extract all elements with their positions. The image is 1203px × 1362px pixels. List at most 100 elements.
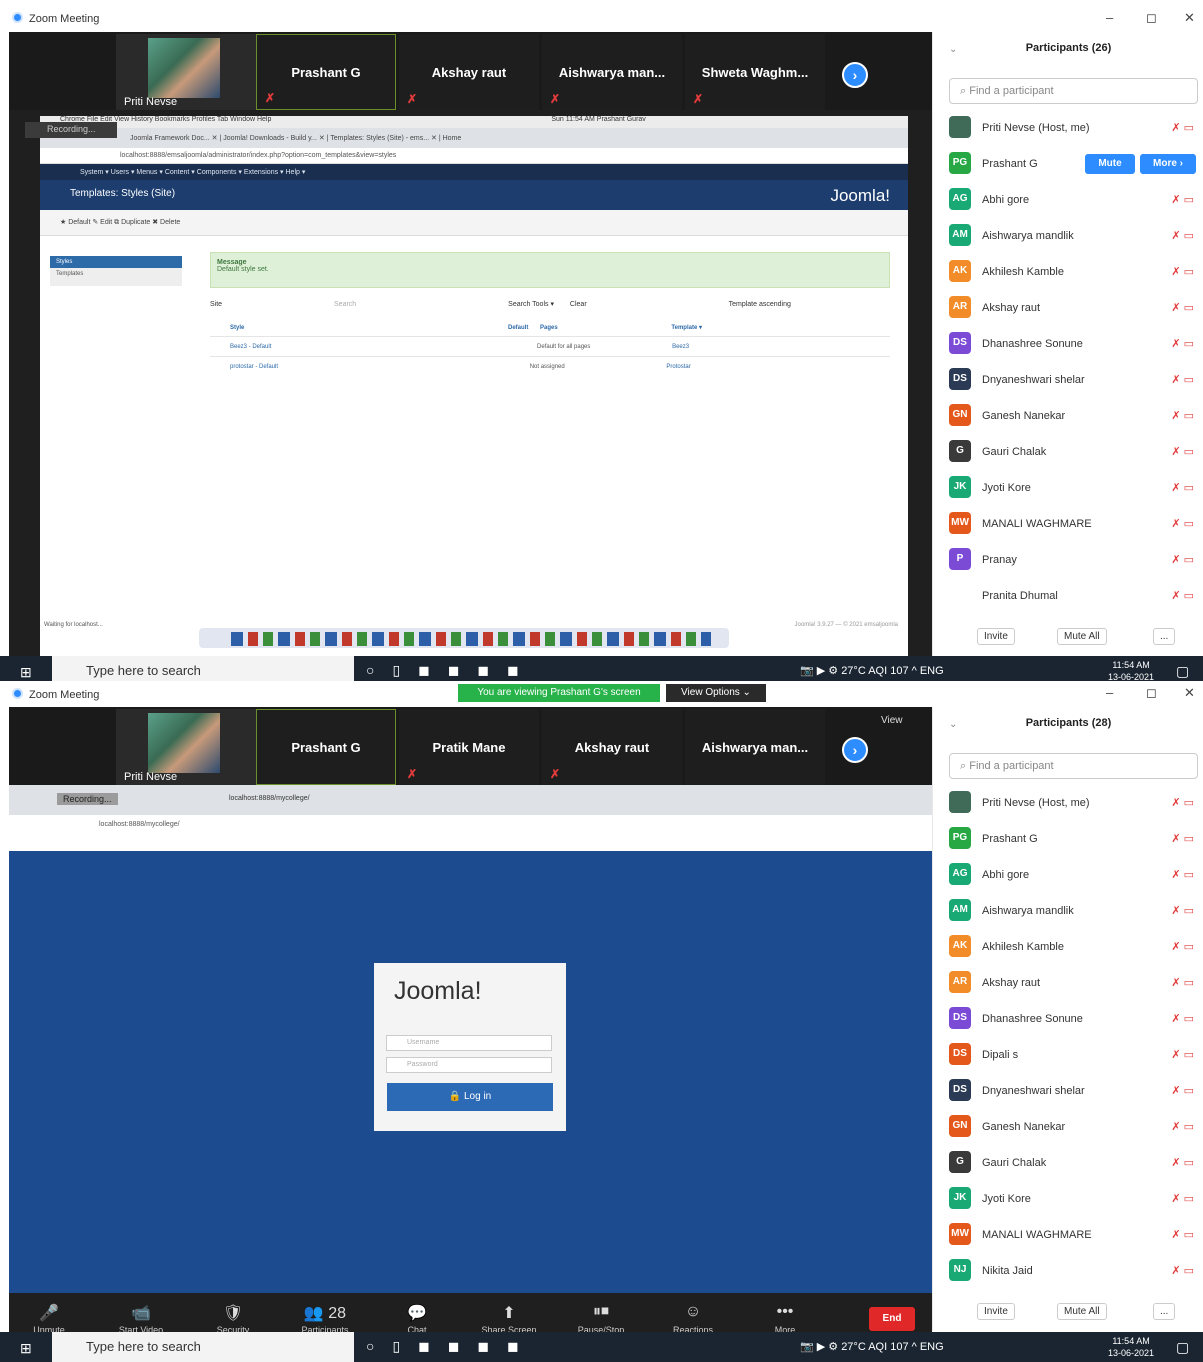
password-input[interactable]: Password — [386, 1057, 552, 1073]
participant-row[interactable]: GN Ganesh Nanekar ✗ ▭ — [933, 1109, 1203, 1145]
zoom-control-button[interactable]: ☺ Reactions — [653, 1303, 733, 1335]
window-title: Zoom Meeting — [29, 13, 100, 25]
find-participant-input[interactable]: ⌕ Find a participant — [949, 753, 1198, 779]
joomla-logo: Joomla! — [830, 186, 890, 205]
taskbar-app-icons[interactable]: ○▯◼◼◼◼ — [366, 1338, 537, 1355]
zoom-control-button[interactable]: ••• More — [745, 1303, 825, 1335]
participant-row[interactable]: Priti Nevse (Host, me) ✗ ▭ — [933, 785, 1203, 821]
restore-button[interactable]: ◻ — [1146, 685, 1157, 701]
login-button[interactable]: 🔒 Log in — [387, 1083, 553, 1111]
row-template: Beez3 — [672, 344, 690, 350]
participant-row[interactable]: JK Jyoti Kore ✗ ▭ — [933, 1181, 1203, 1217]
participant-row[interactable]: G Gauri Chalak ✗ ▭ — [933, 1145, 1203, 1181]
invite-button[interactable]: Invite — [977, 628, 1015, 645]
video-tile[interactable]: Prashant G ✗ — [256, 34, 396, 110]
mute-button[interactable]: Mute — [1085, 154, 1135, 174]
zoom-control-button[interactable]: 📹 Start Video — [101, 1303, 181, 1335]
username-input[interactable]: Username — [386, 1035, 552, 1051]
row-pages: Not assigned — [529, 364, 565, 370]
find-participant-input[interactable]: ⌕ Find a participant — [949, 78, 1198, 104]
browser-tab[interactable]: localhost:8888/mycollege/ — [229, 795, 310, 802]
participant-row[interactable]: DS Dhanashree Sonune ✗ ▭ — [933, 1001, 1203, 1037]
end-button[interactable]: End — [869, 1307, 915, 1331]
host-name: Priti Nevse — [124, 96, 178, 108]
muted-mic-video-icon: ✗ ▭ — [1171, 1013, 1194, 1025]
participant-row[interactable]: AR Akshay raut ✗ ▭ — [933, 965, 1203, 1001]
participant-name: Prashant G — [982, 158, 1038, 170]
video-tile-host[interactable]: Priti Nevse — [116, 709, 256, 785]
video-tile[interactable]: Prashant G — [256, 709, 396, 785]
minimize-button[interactable]: – — [1106, 685, 1113, 700]
mute-all-button[interactable]: Mute All — [1057, 1303, 1107, 1320]
tray-text: 27°C AQI 107 ^ ENG — [841, 665, 944, 677]
participant-row[interactable]: DS Dhanashree Sonune ✗ ▭ — [933, 326, 1203, 362]
video-tile[interactable]: Shweta Waghm... ✗ — [685, 34, 825, 110]
joomla-admin-nav: System ▾ Users ▾ Menus ▾ Content ▾ Compo… — [40, 164, 908, 180]
video-tile[interactable]: Pratik Mane ✗ — [399, 709, 539, 785]
dock-icons — [231, 632, 711, 646]
zoom-control-button[interactable]: 🎤 Unmute — [9, 1303, 89, 1335]
participant-avatar — [949, 791, 971, 813]
participant-row[interactable]: MW MANALI WAGHMARE ✗ ▭ — [933, 506, 1203, 542]
video-tile[interactable]: Aishwarya man... ✗ — [542, 34, 682, 110]
participant-row[interactable]: G Gauri Chalak ✗ ▭ — [933, 434, 1203, 470]
view-button[interactable]: View — [881, 715, 903, 726]
participant-row[interactable]: DS Dipali s ✗ ▭ — [933, 1037, 1203, 1073]
participant-row[interactable]: AR Akshay raut ✗ ▭ — [933, 290, 1203, 326]
message-box: Message Default style set. — [210, 252, 890, 288]
taskbar-clock[interactable]: 11:54 AM 13-06-2021 — [1108, 659, 1154, 683]
taskbar-app-icons[interactable]: ○▯◼◼◼◼ — [366, 662, 537, 679]
participant-row[interactable]: Priti Nevse (Host, me) ✗ ▭ — [933, 110, 1203, 146]
close-button[interactable]: ✕ — [1184, 10, 1195, 26]
more-button[interactable]: More › — [1140, 154, 1196, 174]
minimize-button[interactable]: – — [1106, 10, 1113, 25]
notification-icon[interactable]: ▢ — [1176, 1339, 1189, 1356]
more-options-button[interactable]: ... — [1153, 1303, 1176, 1320]
participant-row[interactable]: Pranita Dhumal ✗ ▭ — [933, 578, 1203, 614]
participant-row[interactable]: P Pranay ✗ ▭ — [933, 542, 1203, 578]
zoom-control-button[interactable]: ⬆ Share Screen — [469, 1303, 549, 1335]
more-options-button[interactable]: ... — [1153, 628, 1176, 645]
video-tile[interactable]: Aishwarya man... — [685, 709, 825, 785]
participant-name: Priti Nevse (Host, me) — [982, 122, 1090, 134]
participant-row[interactable]: PG Prashant G ✗ ▭ — [933, 821, 1203, 857]
windows-start-icon[interactable]: ⊞ — [20, 1340, 32, 1357]
taskbar-search[interactable]: Type here to search — [52, 1332, 354, 1362]
row-style: Beez3 - Default — [230, 344, 272, 350]
participant-row[interactable]: AG Abhi gore ✗ ▭ — [933, 857, 1203, 893]
participant-avatar: DS — [949, 368, 971, 390]
participant-row[interactable]: DS Dnyaneshwari shelar ✗ ▭ — [933, 1073, 1203, 1109]
close-button[interactable]: ✕ — [1184, 685, 1195, 701]
restore-button[interactable]: ◻ — [1146, 10, 1157, 26]
invite-button[interactable]: Invite — [977, 1303, 1015, 1320]
participant-row[interactable]: AK Akhilesh Kamble ✗ ▭ — [933, 254, 1203, 290]
address-bar[interactable]: localhost:8888/mycollege/ — [99, 821, 180, 828]
muted-mic-icon: ✗ — [693, 92, 704, 106]
video-tile[interactable]: Akshay raut ✗ — [542, 709, 682, 785]
participant-row[interactable]: MW MANALI WAGHMARE ✗ ▭ — [933, 1217, 1203, 1253]
view-options-button[interactable]: View Options ⌄ — [666, 684, 766, 702]
participant-row[interactable]: AG Abhi gore ✗ ▭ — [933, 182, 1203, 218]
participant-row[interactable]: AM Aishwarya mandlik ✗ ▭ — [933, 218, 1203, 254]
video-tile-host[interactable]: Priti Nevse — [116, 34, 256, 110]
muted-mic-video-icon: ✗ ▭ — [1171, 1085, 1194, 1097]
participant-row[interactable]: GN Ganesh Nanekar ✗ ▭ — [933, 398, 1203, 434]
mute-all-button[interactable]: Mute All — [1057, 628, 1107, 645]
participant-row[interactable]: PG Prashant G Mute More › — [933, 146, 1203, 182]
next-page-icon[interactable]: › — [842, 62, 868, 88]
notification-icon[interactable]: ▢ — [1176, 663, 1189, 680]
video-tile[interactable]: Akshay raut ✗ — [399, 34, 539, 110]
zoom-control-button[interactable]: 🛡 Security — [193, 1303, 273, 1335]
joomla-toolbar: ★ Default ✎ Edit ⧉ Duplicate ✖ Delete — [40, 210, 908, 236]
participant-row[interactable]: NJ Nikita Jaid ✗ ▭ — [933, 1253, 1203, 1289]
zoom-control-button[interactable]: 💬 Chat — [377, 1303, 457, 1335]
zoom-control-button[interactable]: 👥 28 Participants — [285, 1303, 365, 1335]
taskbar-clock[interactable]: 11:54 AM 13-06-2021 — [1108, 1335, 1154, 1359]
windows-start-icon[interactable]: ⊞ — [20, 664, 32, 681]
participant-row[interactable]: AM Aishwarya mandlik ✗ ▭ — [933, 893, 1203, 929]
participant-row[interactable]: AK Akhilesh Kamble ✗ ▭ — [933, 929, 1203, 965]
participants-list: Priti Nevse (Host, me) ✗ ▭ PG Prashant G ✗ ▭… — [933, 785, 1203, 1289]
participant-row[interactable]: JK Jyoti Kore ✗ ▭ — [933, 470, 1203, 506]
participant-row[interactable]: DS Dnyaneshwari shelar ✗ ▭ — [933, 362, 1203, 398]
next-page-icon[interactable]: › — [842, 737, 868, 763]
